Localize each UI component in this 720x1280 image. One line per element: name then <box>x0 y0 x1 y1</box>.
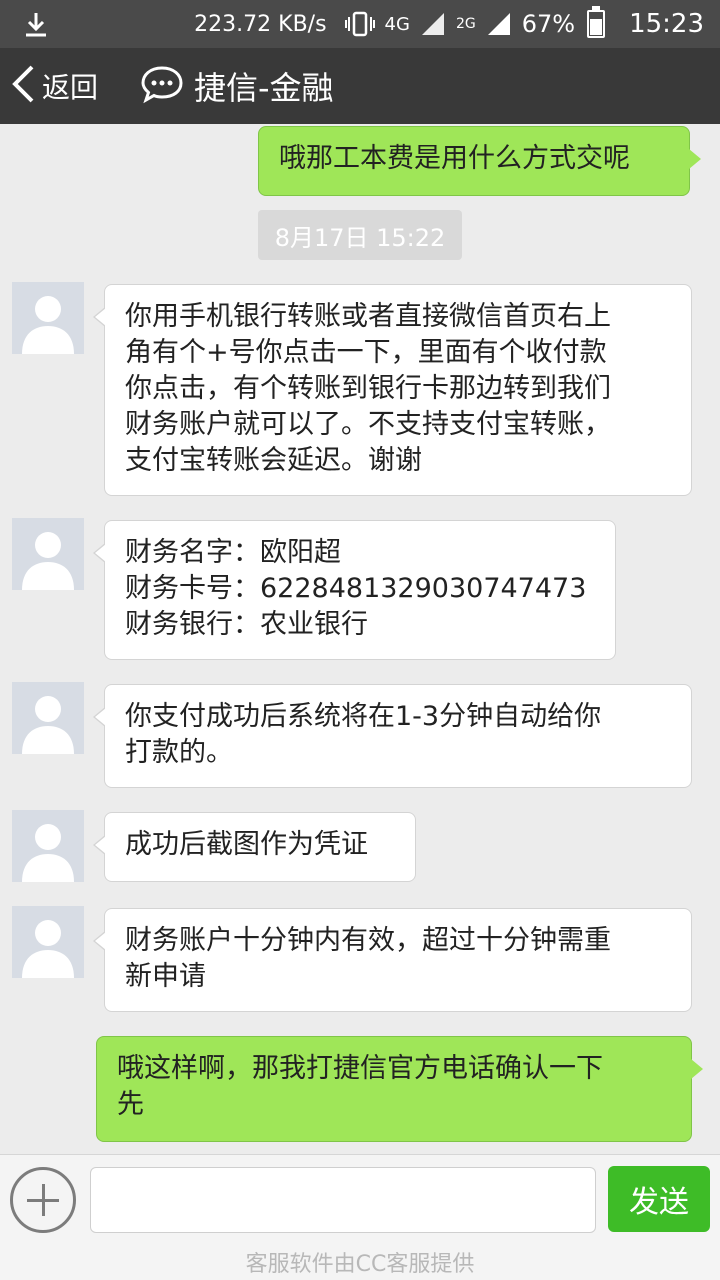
vibrate-icon <box>344 11 375 37</box>
add-attachment-button[interactable] <box>10 1167 76 1233</box>
download-icon <box>22 10 50 44</box>
signal-icon-2 <box>486 11 512 37</box>
chat-bubble-icon <box>140 64 184 108</box>
message-text: 新申请 <box>125 961 206 992</box>
status-time: 15:23 <box>629 9 704 39</box>
message-text: 先 <box>117 1089 144 1120</box>
message-bubble-outgoing[interactable]: 哦那工本费是用什么方式交呢 <box>258 126 701 196</box>
message-text: 财务账户就可以了。不支持支付宝转账， <box>125 409 611 440</box>
chat-title: 捷信-金融 <box>140 48 334 124</box>
message-text: 财务卡号：6228481329030747473 <box>125 573 587 604</box>
network-type-label-2: 2G <box>455 16 476 32</box>
message-text: 你支付成功后系统将在1-3分钟自动给你 <box>125 701 602 732</box>
back-label: 返回 <box>42 71 99 104</box>
message-bubble-incoming[interactable]: 财务名字：欧阳超 财务卡号：6228481329030747473 财务银行：农… <box>93 520 616 660</box>
battery-fill <box>590 18 603 35</box>
avatar[interactable] <box>12 906 84 978</box>
footer-credit: 客服软件由CC客服提供 <box>0 1244 720 1280</box>
page-title: 捷信-金融 <box>194 69 334 107</box>
message-input[interactable] <box>90 1167 596 1233</box>
message-text: 你点击，有个转账到银行卡那边转到我们 <box>125 373 611 404</box>
message-text: 角有个+号你点击一下，里面有个收付款 <box>125 337 607 368</box>
message-text: 财务账户十分钟内有效，超过十分钟需重 <box>125 925 611 956</box>
battery-percent: 67% <box>521 10 576 38</box>
message-text: 财务银行：农业银行 <box>125 609 368 640</box>
network-type-label: 4G <box>384 13 410 35</box>
message-bubble-incoming[interactable]: 你用手机银行转账或者直接微信首页右上 角有个+号你点击一下，里面有个收付款 你点… <box>93 284 692 496</box>
message-text: 成功后截图作为凭证 <box>125 829 368 860</box>
input-bar: 发送 <box>0 1154 720 1244</box>
avatar[interactable] <box>12 682 84 754</box>
signal-icon <box>420 11 446 37</box>
message-bubble-incoming[interactable]: 财务账户十分钟内有效，超过十分钟需重 新申请 <box>93 908 692 1012</box>
title-bar: 返回 捷信-金融 <box>0 48 720 124</box>
timestamp: 8月17日 15:22 <box>258 210 462 260</box>
message-bubble-incoming[interactable]: 成功后截图作为凭证 <box>93 812 416 882</box>
message-text: 支付宝转账会延迟。谢谢 <box>125 445 422 476</box>
send-button[interactable]: 发送 <box>608 1166 710 1232</box>
avatar[interactable] <box>12 282 84 354</box>
chat-area[interactable]: 哦那工本费是用什么方式交呢 8月17日 15:22 你用手机银行转账或者直接微信… <box>0 124 720 1154</box>
message-text: 财务名字：欧阳超 <box>125 537 341 568</box>
message-text: 哦这样啊，那我打捷信官方电话确认一下 <box>117 1053 603 1084</box>
avatar[interactable] <box>12 518 84 590</box>
message-text: 哦那工本费是用什么方式交呢 <box>279 143 630 174</box>
status-bar: 223.72 KB/s 4G 2G 67% 15:23 <box>0 0 720 48</box>
back-button[interactable]: 返回 <box>10 48 98 124</box>
back-chevron-icon <box>10 64 36 108</box>
avatar[interactable] <box>12 810 84 882</box>
message-text: 打款的。 <box>125 737 233 768</box>
message-bubble-incoming[interactable]: 你支付成功后系统将在1-3分钟自动给你 打款的。 <box>93 684 692 788</box>
message-bubble-outgoing[interactable]: 哦这样啊，那我打捷信官方电话确认一下 先 <box>96 1036 703 1142</box>
message-text: 你用手机银行转账或者直接微信首页右上 <box>125 301 611 332</box>
network-speed: 223.72 KB/s <box>194 11 327 37</box>
battery-icon <box>587 6 606 38</box>
